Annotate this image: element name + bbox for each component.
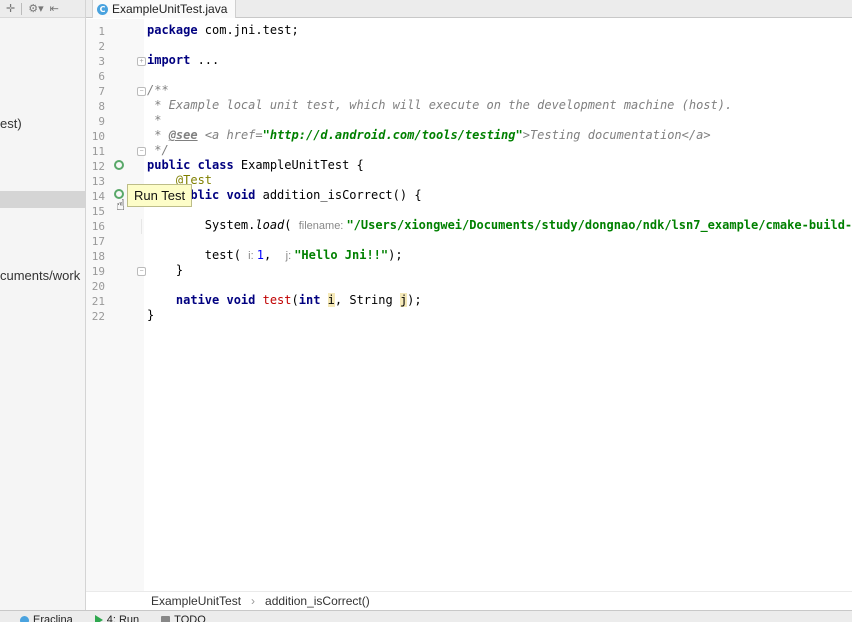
code-line-10: * @see <a href="http://d.android.com/too… — [147, 128, 711, 142]
line-number: 3 — [98, 55, 105, 68]
breadcrumb: ExampleUnitTest › addition_isCorrect() — [86, 591, 852, 610]
code-line-19: } — [147, 263, 184, 277]
line-number: 22 — [91, 310, 105, 323]
java-class-icon: C — [97, 3, 108, 15]
line-number: 20 — [91, 280, 105, 293]
editor-tab-bar: C ExampleUnitTest.java — [86, 0, 852, 18]
code-line-16: System.load( filename: "/Users/xiongwei/… — [147, 218, 852, 232]
code-line-7: /** — [147, 83, 169, 97]
toolbar-divider — [21, 2, 23, 15]
line-number: 12 — [91, 160, 105, 173]
code-editor[interactable]: 1 2 3 6 7 8 9 10 11 12 13 14 15 16 17 18… — [86, 19, 852, 591]
parameter-hint: i: — [248, 250, 257, 262]
fold-collapse-icon[interactable]: − — [137, 87, 146, 96]
project-tree-item-selected[interactable] — [0, 191, 85, 208]
gear-icon[interactable]: ⚙▾ — [28, 2, 43, 15]
parameter-hint: filename: — [298, 220, 347, 232]
line-number: 10 — [91, 130, 105, 143]
project-toolbar: ✛ ⚙▾ ⇤ — [0, 0, 85, 18]
tool-window-todo[interactable]: TODO — [161, 611, 206, 622]
line-number: 17 — [91, 235, 105, 248]
line-number: 14 — [91, 190, 105, 203]
code-line-12: public class ExampleUnitTest { — [147, 158, 364, 172]
tool-window-run[interactable]: 4: Run — [94, 611, 139, 622]
fold-collapse-icon[interactable]: − — [137, 147, 146, 156]
line-number: 2 — [98, 40, 105, 53]
breadcrumb-method[interactable]: addition_isCorrect() — [265, 594, 370, 608]
line-number: 18 — [91, 250, 105, 263]
tab-title: ExampleUnitTest.java — [112, 2, 228, 16]
line-number-gutter: 1 2 3 6 7 8 9 10 11 12 13 14 15 16 17 18… — [86, 19, 146, 591]
indent-guide — [141, 219, 142, 234]
project-panel: ✛ ⚙▾ ⇤ est) cuments/work — [0, 0, 86, 610]
hide-panel-icon[interactable]: ⇤ — [50, 2, 59, 15]
project-tree-item[interactable]: cuments/work — [0, 268, 80, 283]
line-number: 8 — [98, 100, 105, 113]
collapse-icon[interactable]: ✛ — [6, 2, 15, 15]
line-number: 11 — [91, 145, 105, 158]
tool-window-bar: Eraclina 4: Run TODO — [0, 610, 852, 622]
todo-icon — [161, 615, 171, 622]
line-number: 16 — [91, 220, 105, 233]
code-line-9: * — [147, 113, 162, 127]
code-line-11: */ — [147, 143, 169, 157]
line-number: 19 — [91, 265, 105, 278]
code-line-1: package com.jni.test; — [147, 23, 299, 37]
run-test-tooltip: Run Test — [127, 184, 193, 207]
fold-collapse-icon[interactable]: − — [137, 267, 146, 276]
breadcrumb-class[interactable]: ExampleUnitTest — [151, 594, 241, 608]
parameter-hint: j: — [285, 250, 295, 262]
line-number: 6 — [98, 70, 105, 83]
tool-window-icon — [20, 615, 29, 622]
code-line-3: import ... — [147, 53, 220, 67]
run-class-icon[interactable] — [114, 160, 124, 170]
code-line-21: native void test(int i, String j); — [147, 293, 422, 307]
project-tree-item[interactable]: est) — [0, 116, 22, 131]
fold-expand-icon[interactable]: + — [137, 57, 146, 66]
line-number: 21 — [91, 295, 105, 308]
line-number: 15 — [91, 205, 105, 218]
line-number: 9 — [98, 115, 105, 128]
tab-example-unit-test[interactable]: C ExampleUnitTest.java — [92, 0, 237, 18]
line-number: 7 — [98, 85, 105, 98]
code-line-22: } — [147, 308, 155, 322]
tool-window-tab[interactable]: Eraclina — [20, 611, 73, 622]
line-number: 1 — [98, 25, 105, 38]
hand-cursor-icon: ☝ — [116, 196, 126, 214]
code-line-8: * Example local unit test, which will ex… — [147, 98, 733, 112]
line-number: 13 — [91, 175, 105, 188]
run-icon — [94, 615, 103, 622]
code-line-18: test( i: 1, j: "Hello Jni!!"); — [147, 248, 403, 262]
breadcrumb-separator: › — [251, 594, 256, 608]
